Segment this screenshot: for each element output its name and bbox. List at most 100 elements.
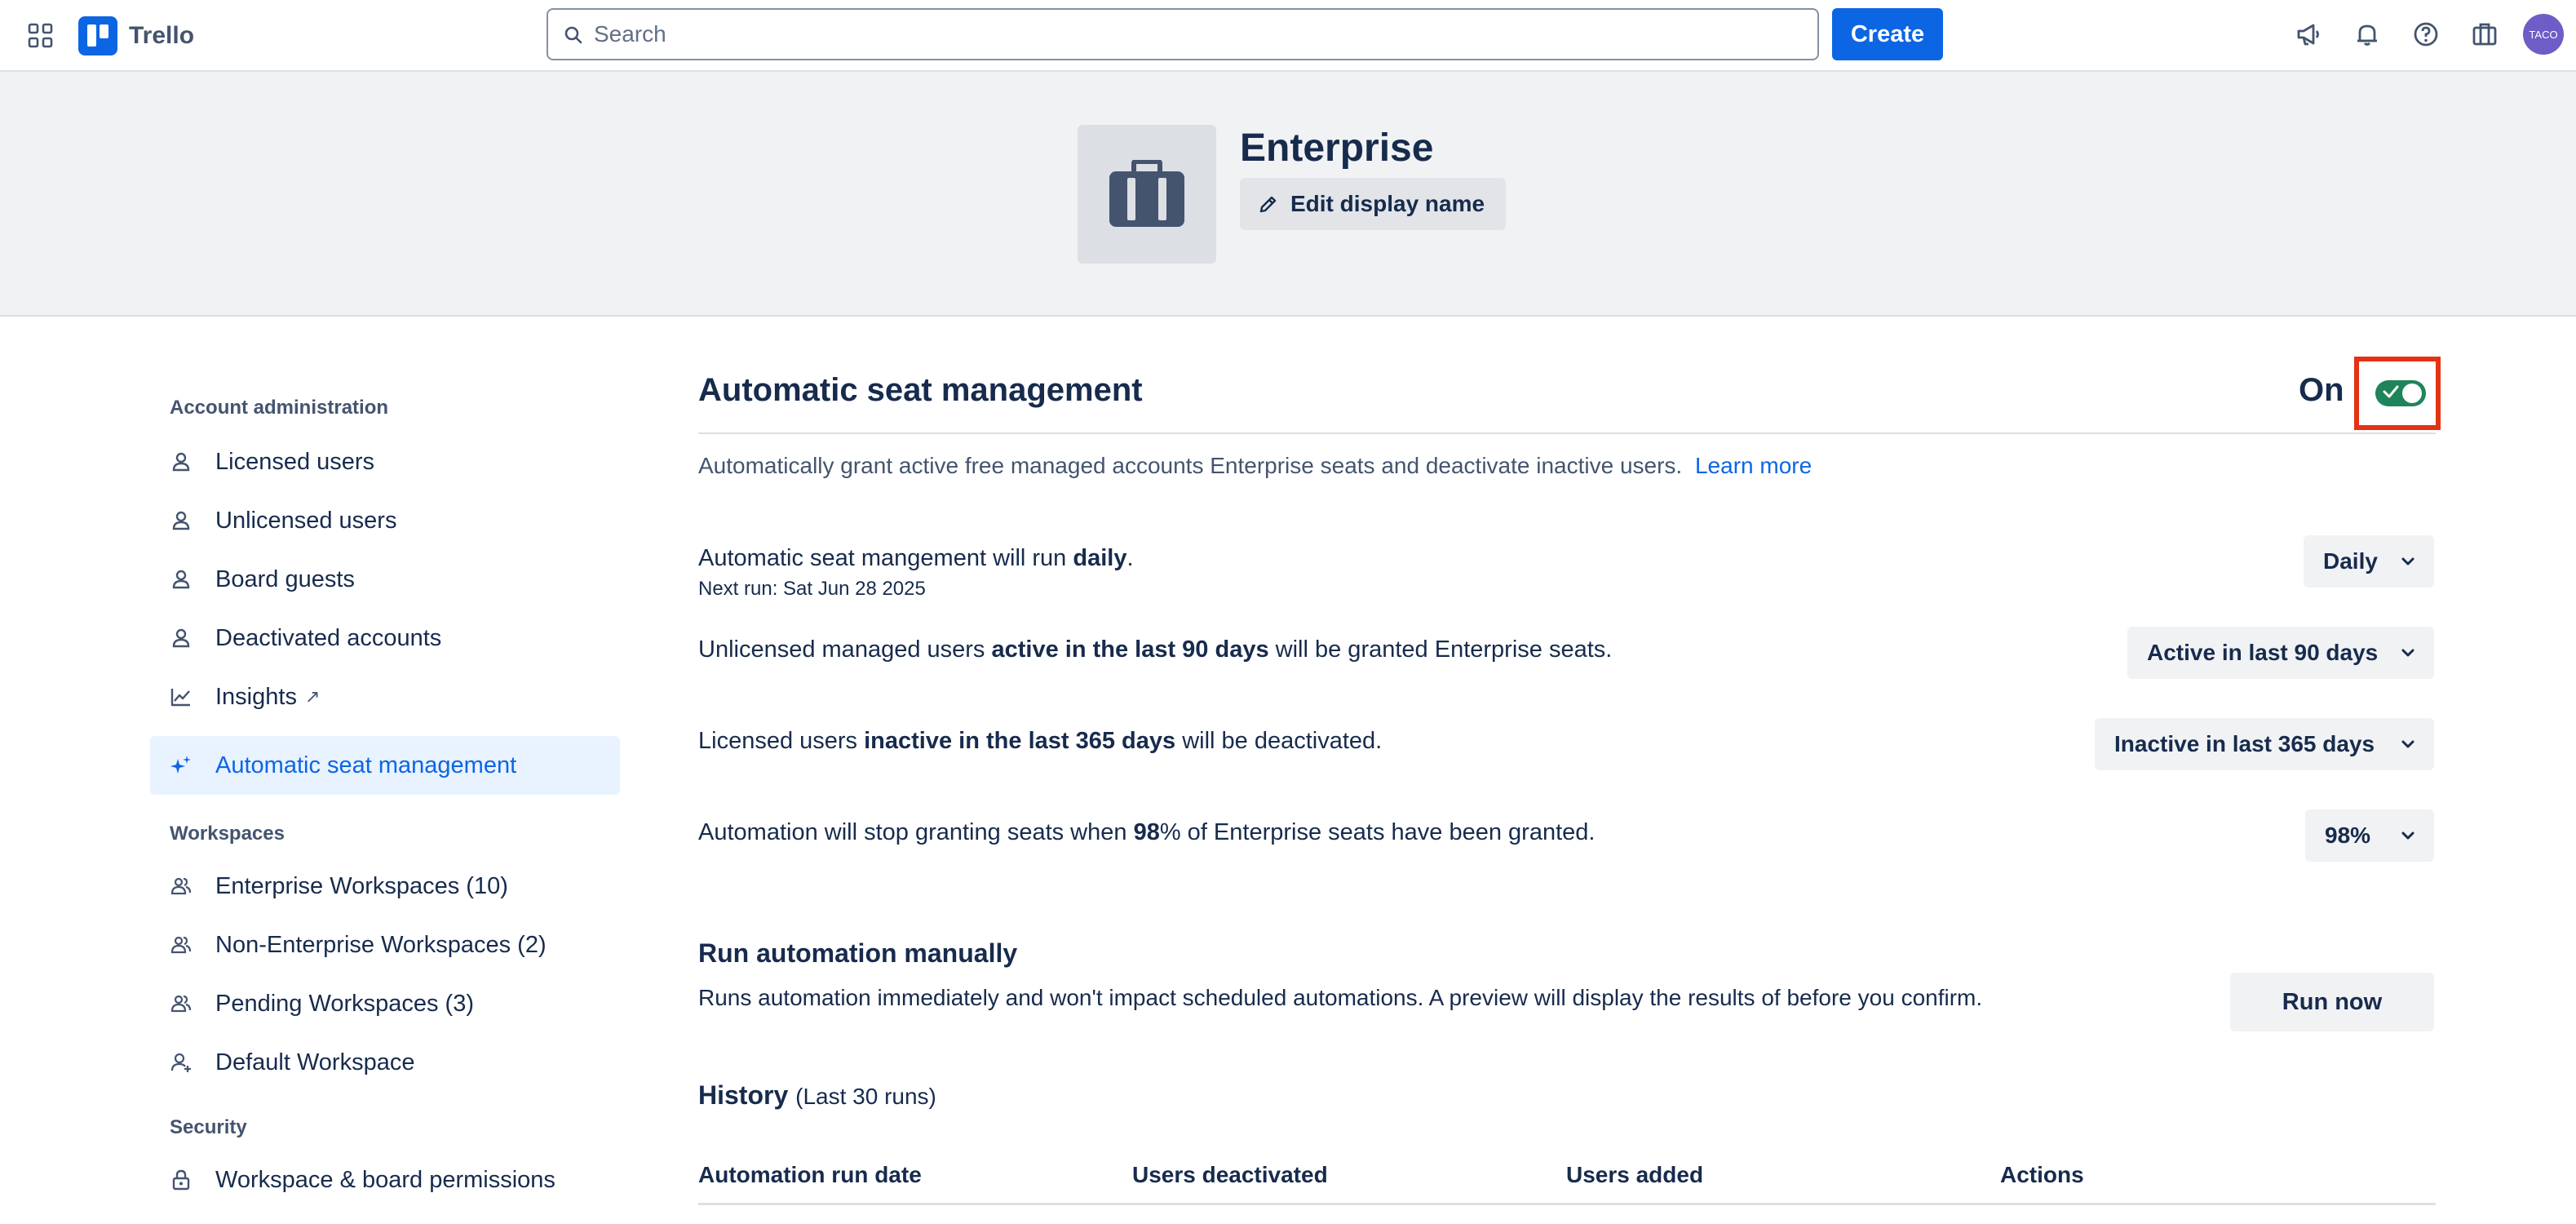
app-name: Trello	[129, 22, 195, 49]
sidebar-item-label: Workspace & board permissions	[215, 1166, 555, 1193]
check-icon	[2383, 385, 2399, 398]
toggle-state-label: On	[2299, 372, 2344, 408]
setting-text-post: will be granted Enterprise seats.	[1268, 636, 1613, 663]
dropdown-value: Daily	[2323, 548, 2378, 574]
edit-display-name-button[interactable]: Edit display name	[1240, 178, 1506, 230]
top-bar: Trello Create TACO	[0, 0, 2576, 72]
megaphone-icon[interactable]	[2291, 16, 2326, 52]
setting-text-bold: inactive in the last 365 days	[864, 728, 1176, 754]
sidebar-item-label: Automatic seat management	[215, 752, 517, 778]
threshold-dropdown[interactable]: 98%	[2305, 809, 2434, 862]
enterprise-logo	[1078, 125, 1216, 264]
history-subtitle: (Last 30 runs)	[795, 1084, 936, 1109]
sidebar-item-insights[interactable]: Insights ↗	[150, 667, 620, 726]
setting-text-pre: Licensed users	[698, 728, 865, 754]
people-icon	[170, 877, 192, 895]
people-icon	[170, 995, 192, 1013]
sidebar-item-label: Enterprise Workspaces (10)	[215, 872, 508, 899]
person-icon	[172, 452, 190, 472]
chart-icon	[170, 689, 190, 707]
setting-schedule-text: Automatic seat mangement will run daily.	[698, 545, 1134, 572]
person-icon	[172, 628, 190, 648]
sidebar-item-automatic-seat-management[interactable]: Automatic seat management	[150, 736, 620, 795]
run-manually-description: Runs automation immediately and won't im…	[698, 985, 1983, 1010]
sidebar-item-label: Deactivated accounts	[215, 624, 442, 651]
dropdown-value: 98%	[2325, 823, 2371, 848]
description-text: Automatically grant active free managed …	[698, 453, 1683, 478]
help-icon[interactable]	[2408, 16, 2444, 52]
history-title: History (Last 30 runs)	[698, 1080, 936, 1111]
toggle-highlight-frame	[2354, 357, 2441, 430]
table-header-divider	[698, 1203, 2436, 1205]
setting-threshold-text: Automation will stop granting seats when…	[698, 819, 1595, 846]
sparkle-icon	[170, 756, 191, 774]
setting-inactive-text: Licensed users inactive in the last 365 …	[698, 728, 1382, 755]
chevron-down-icon	[2401, 832, 2414, 840]
setting-text-bold: daily	[1073, 545, 1127, 571]
lock-icon	[172, 1169, 190, 1191]
search-input[interactable]	[594, 21, 1736, 47]
sidebar-item-enterprise-workspaces[interactable]: Enterprise Workspaces (10)	[150, 857, 620, 916]
sidebar-item-label: Unlicensed users	[215, 507, 397, 534]
setting-text-post: .	[1126, 545, 1134, 571]
learn-more-link[interactable]: Learn more	[1695, 453, 1812, 478]
search-box[interactable]	[547, 8, 1819, 60]
sidebar-item-label: Non-Enterprise Workspaces (2)	[215, 931, 547, 958]
person-add-icon	[170, 1053, 191, 1072]
enterprise-name: Enterprise	[1240, 126, 1434, 170]
sidebar-item-label: Default Workspace	[215, 1049, 415, 1075]
edit-display-name-label: Edit display name	[1290, 191, 1485, 216]
sidebar-item-board-guests[interactable]: Board guests	[150, 550, 620, 609]
sidebar-heading-account: Account administration	[170, 397, 389, 419]
table-header-users-added: Users added	[1566, 1162, 1704, 1187]
sidebar-item-pending-workspaces[interactable]: Pending Workspaces (3)	[150, 974, 620, 1033]
sidebar-item-deactivated-accounts[interactable]: Deactivated accounts	[150, 609, 620, 667]
table-header-users-deactivated: Users deactivated	[1132, 1162, 1328, 1187]
external-link-icon: ↗	[304, 686, 321, 707]
bell-icon[interactable]	[2349, 16, 2385, 52]
sidebar-item-unlicensed-users[interactable]: Unlicensed users	[150, 491, 620, 550]
chevron-down-icon	[2401, 740, 2414, 748]
enterprise-header: Enterprise Edit display name	[0, 72, 2576, 317]
create-button[interactable]: Create	[1832, 8, 1943, 60]
sidebar-item-label: Board guests	[215, 565, 355, 592]
dropdown-value: Inactive in last 365 days	[2114, 731, 2375, 756]
trello-logo[interactable]: Trello	[78, 16, 194, 55]
setting-text-bold: active in the last 90 days	[991, 636, 1269, 663]
apps-grid-icon[interactable]	[24, 20, 57, 52]
briefcase-logo-icon	[1109, 160, 1184, 227]
avatar[interactable]: TACO	[2523, 14, 2564, 55]
chevron-down-icon	[2401, 557, 2414, 565]
page-title: Automatic seat management	[698, 372, 1143, 408]
sidebar-item-licensed-users[interactable]: Licensed users	[150, 432, 620, 491]
sidebar-heading-workspaces: Workspaces	[170, 823, 285, 845]
sidebar-item-default-workspace[interactable]: Default Workspace	[150, 1033, 620, 1092]
setting-text-pre: Automatic seat mangement will run	[698, 545, 1073, 571]
table-header-run-date: Automation run date	[698, 1162, 922, 1187]
sidebar-item-label: Insights	[215, 683, 297, 710]
automation-toggle[interactable]	[2375, 380, 2426, 406]
people-icon	[170, 936, 192, 954]
setting-text-pre: Unlicensed managed users	[698, 636, 992, 663]
sidebar-item-workspace-board-permissions[interactable]: Workspace & board permissions	[150, 1151, 620, 1209]
next-run-text: Next run: Sat Jun 28 2025	[698, 578, 926, 600]
setting-text-post: will be deactivated.	[1175, 728, 1383, 754]
toggle-knob	[2402, 384, 2422, 403]
setting-text-post: % of Enterprise seats have been granted.	[1159, 819, 1596, 845]
chevron-down-icon	[2401, 649, 2414, 657]
inactive-period-dropdown[interactable]: Inactive in last 365 days	[2095, 718, 2434, 770]
dropdown-value: Active in last 90 days	[2147, 640, 2379, 665]
briefcase-icon[interactable]	[2467, 16, 2503, 52]
active-period-dropdown[interactable]: Active in last 90 days	[2127, 627, 2434, 679]
pencil-icon	[1259, 196, 1277, 213]
person-icon	[172, 570, 190, 589]
run-now-button[interactable]: Run now	[2230, 973, 2434, 1031]
setting-text-bold: 98	[1133, 819, 1160, 845]
person-icon	[172, 511, 190, 530]
sidebar-item-non-enterprise-workspaces[interactable]: Non-Enterprise Workspaces (2)	[150, 916, 620, 974]
sidebar-item-label: Licensed users	[215, 448, 375, 475]
schedule-dropdown[interactable]: Daily	[2304, 535, 2434, 588]
sidebar-item-label: Pending Workspaces (3)	[215, 990, 475, 1017]
sidebar-heading-security: Security	[170, 1116, 247, 1138]
setting-text-pre: Automation will stop granting seats when	[698, 819, 1134, 845]
